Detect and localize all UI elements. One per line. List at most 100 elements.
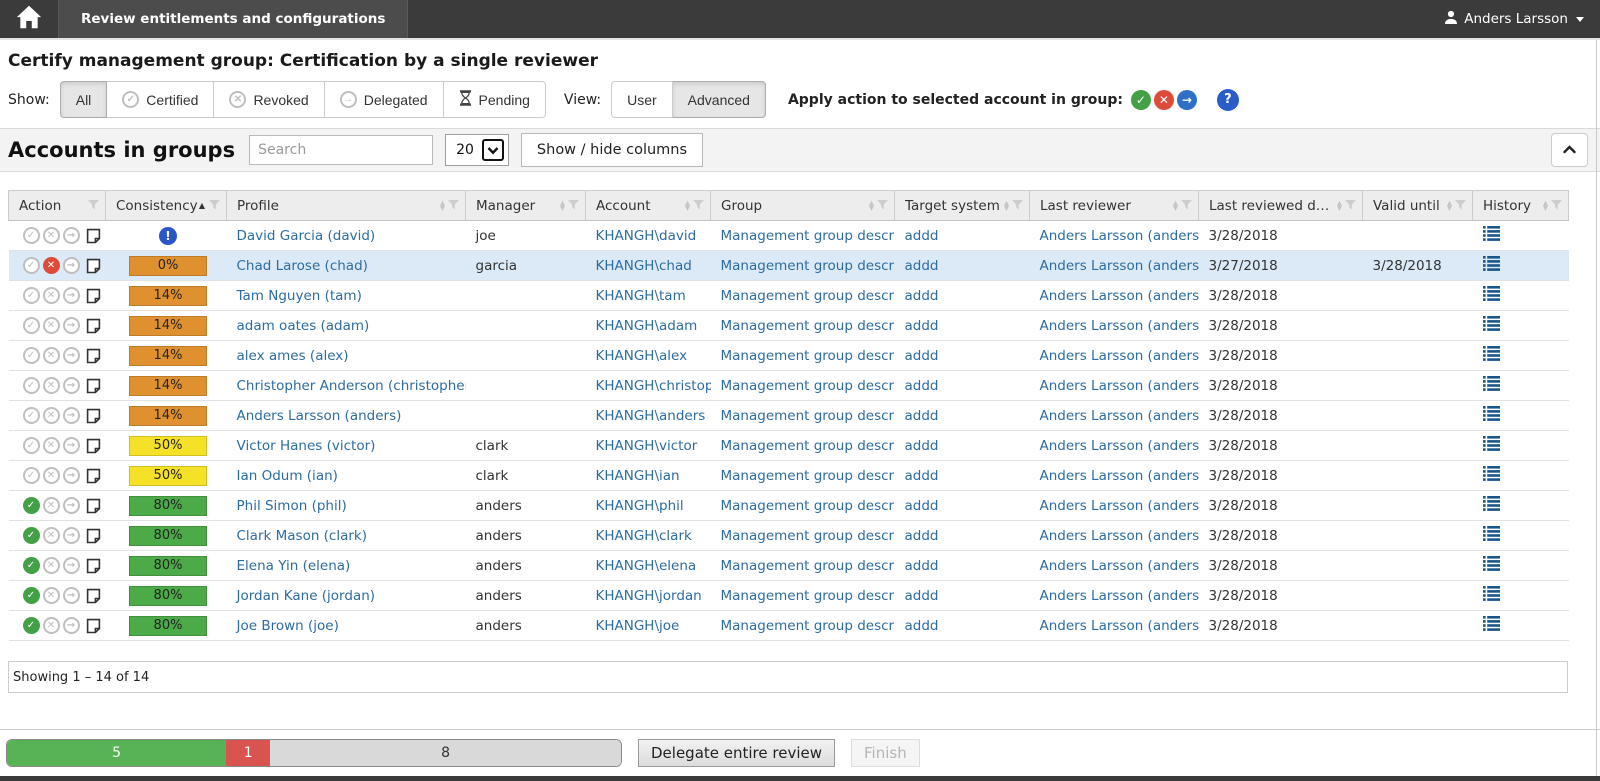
- profile-link[interactable]: alex ames (alex): [237, 348, 349, 364]
- approve-button[interactable]: ✓: [23, 347, 40, 364]
- sort-icon[interactable]: ▲▼: [869, 201, 874, 211]
- target-system-link[interactable]: addd: [905, 258, 939, 274]
- target-system-link[interactable]: addd: [905, 378, 939, 394]
- history-icon[interactable]: [1483, 556, 1500, 571]
- profile-link[interactable]: Joe Brown (joe): [237, 618, 339, 634]
- table-row[interactable]: ✓✕→80%Clark Mason (clark)andersKHANGH\cl…: [9, 521, 1569, 551]
- last-reviewer-link[interactable]: Anders Larsson (anders): [1040, 588, 1199, 604]
- group-link[interactable]: Management group descr: [721, 528, 895, 544]
- column-header-last-reviewer[interactable]: Last reviewer▲▼: [1030, 191, 1199, 221]
- history-icon[interactable]: [1483, 436, 1500, 451]
- target-system-link[interactable]: addd: [905, 468, 939, 484]
- revoke-button[interactable]: ✕: [43, 287, 60, 304]
- sort-icon[interactable]: ▲▼: [1173, 201, 1178, 211]
- last-reviewer-link[interactable]: Anders Larsson (anders): [1040, 318, 1199, 334]
- profile-link[interactable]: David Garcia (david): [237, 228, 376, 244]
- target-system-link[interactable]: addd: [905, 288, 939, 304]
- note-icon[interactable]: [86, 498, 101, 514]
- last-reviewer-link[interactable]: Anders Larsson (anders): [1040, 498, 1199, 514]
- delegate-button[interactable]: →: [63, 287, 80, 304]
- history-icon[interactable]: [1483, 256, 1500, 271]
- history-icon[interactable]: [1483, 346, 1500, 361]
- sort-icon[interactable]: ▲▼: [1543, 201, 1548, 211]
- column-header-manager[interactable]: Manager▲▼: [466, 191, 586, 221]
- target-system-link[interactable]: addd: [905, 228, 939, 244]
- account-link[interactable]: KHANGH\chad: [596, 258, 692, 274]
- group-link[interactable]: Management group descr: [721, 318, 895, 334]
- tab-review-entitlements[interactable]: Review entitlements and configurations: [58, 0, 408, 38]
- table-row[interactable]: ✓✕→14%Christopher Anderson (christopher)…: [9, 371, 1569, 401]
- filter-funnel-icon[interactable]: [209, 198, 220, 214]
- revoke-button[interactable]: ✕: [43, 587, 60, 604]
- filter-funnel-icon[interactable]: [1012, 198, 1023, 214]
- table-row[interactable]: ✓✕→80%Joe Brown (joe)andersKHANGH\joeMan…: [9, 611, 1569, 641]
- table-row[interactable]: ✓✕→50%Victor Hanes (victor)clarkKHANGH\v…: [9, 431, 1569, 461]
- delegate-button[interactable]: →: [63, 317, 80, 334]
- apply-approve-icon[interactable]: ✓: [1131, 90, 1151, 110]
- delegate-button[interactable]: →: [63, 257, 80, 274]
- profile-link[interactable]: Elena Yin (elena): [237, 558, 351, 574]
- help-icon[interactable]: ?: [1217, 89, 1239, 111]
- account-link[interactable]: KHANGH\victor: [596, 438, 698, 454]
- sort-icon[interactable]: ▲▼: [685, 201, 690, 211]
- target-system-link[interactable]: addd: [905, 498, 939, 514]
- approve-button[interactable]: ✓: [23, 317, 40, 334]
- delegate-button[interactable]: →: [63, 497, 80, 514]
- sort-icon[interactable]: ▲▼: [560, 201, 565, 211]
- delegate-button[interactable]: →: [63, 407, 80, 424]
- last-reviewer-link[interactable]: Anders Larsson (anders): [1040, 258, 1199, 274]
- history-icon[interactable]: [1483, 466, 1500, 481]
- delegate-entire-review-button[interactable]: Delegate entire review: [638, 739, 835, 767]
- note-icon[interactable]: [86, 258, 101, 274]
- approve-button[interactable]: ✓: [23, 557, 40, 574]
- last-reviewer-link[interactable]: Anders Larsson (anders): [1040, 408, 1199, 424]
- history-icon[interactable]: [1483, 226, 1500, 241]
- group-link[interactable]: Management group descr: [721, 228, 895, 244]
- last-reviewer-link[interactable]: Anders Larsson (anders): [1040, 618, 1199, 634]
- approve-button[interactable]: ✓: [23, 257, 40, 274]
- target-system-link[interactable]: addd: [905, 528, 939, 544]
- filter-funnel-icon[interactable]: [693, 198, 704, 214]
- note-icon[interactable]: [86, 528, 101, 544]
- target-system-link[interactable]: addd: [905, 348, 939, 364]
- account-link[interactable]: KHANGH\ian: [596, 468, 680, 484]
- filter-funnel-icon[interactable]: [1181, 198, 1192, 214]
- last-reviewer-link[interactable]: Anders Larsson (anders): [1040, 558, 1199, 574]
- revoke-button[interactable]: ✕: [43, 617, 60, 634]
- approve-button[interactable]: ✓: [23, 617, 40, 634]
- column-header-consistency[interactable]: Consistency▲: [106, 191, 227, 221]
- target-system-link[interactable]: addd: [905, 408, 939, 424]
- apply-delegate-icon[interactable]: →: [1177, 90, 1197, 110]
- delegate-button[interactable]: →: [63, 437, 80, 454]
- history-icon[interactable]: [1483, 526, 1500, 541]
- history-icon[interactable]: [1483, 316, 1500, 331]
- search-input[interactable]: [249, 135, 433, 165]
- history-icon[interactable]: [1483, 616, 1500, 631]
- account-link[interactable]: KHANGH\alex: [596, 348, 688, 364]
- show-filter-delegated[interactable]: →Delegated: [325, 81, 444, 118]
- filter-funnel-icon[interactable]: [1551, 198, 1562, 214]
- profile-link[interactable]: Tam Nguyen (tam): [237, 288, 362, 304]
- last-reviewer-link[interactable]: Anders Larsson (anders): [1040, 438, 1199, 454]
- target-system-link[interactable]: addd: [905, 618, 939, 634]
- last-reviewer-link[interactable]: Anders Larsson (anders): [1040, 288, 1199, 304]
- column-header-action[interactable]: Action: [9, 191, 106, 221]
- table-row[interactable]: ✓✕→14%Anders Larsson (anders)KHANGH\ande…: [9, 401, 1569, 431]
- note-icon[interactable]: [86, 558, 101, 574]
- table-row[interactable]: ✓✕→80%Jordan Kane (jordan)andersKHANGH\j…: [9, 581, 1569, 611]
- revoke-button[interactable]: ✕: [43, 557, 60, 574]
- profile-link[interactable]: Clark Mason (clark): [237, 528, 368, 544]
- profile-link[interactable]: Anders Larsson (anders): [237, 408, 402, 424]
- profile-link[interactable]: Ian Odum (ian): [237, 468, 338, 484]
- revoke-button[interactable]: ✕: [43, 227, 60, 244]
- approve-button[interactable]: ✓: [23, 527, 40, 544]
- profile-link[interactable]: Victor Hanes (victor): [237, 438, 376, 454]
- column-header-history[interactable]: History▲▼: [1473, 191, 1569, 221]
- sort-icon[interactable]: ▲▼: [1004, 201, 1009, 211]
- view-toggle-user[interactable]: User: [611, 81, 673, 118]
- table-row[interactable]: ✓✕→14%Tam Nguyen (tam)KHANGH\tamManageme…: [9, 281, 1569, 311]
- target-system-link[interactable]: addd: [905, 438, 939, 454]
- note-icon[interactable]: [86, 588, 101, 604]
- history-icon[interactable]: [1483, 376, 1500, 391]
- revoke-button[interactable]: ✕: [43, 407, 60, 424]
